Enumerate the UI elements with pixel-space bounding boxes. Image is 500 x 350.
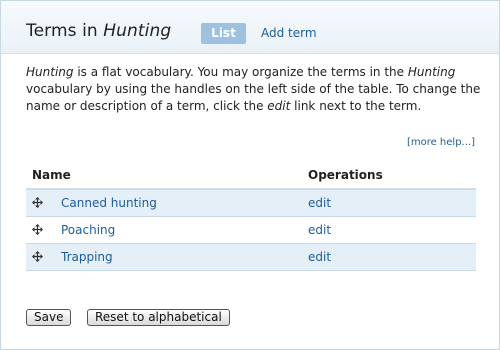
vocabulary-description: Hunting is a flat vocabulary. You may or… (26, 64, 481, 115)
tab-add-term[interactable]: Add term (261, 26, 317, 40)
edit-term-link[interactable]: edit (308, 223, 331, 237)
more-help-link[interactable]: [more help...] (407, 137, 475, 148)
column-header-name: Name (26, 161, 308, 190)
table-row: Canned hunting edit (26, 189, 476, 217)
edit-term-link[interactable]: edit (308, 196, 331, 210)
save-button[interactable]: Save (26, 309, 72, 326)
term-name-cell: Trapping (26, 243, 308, 271)
page-title-vocabulary: Hunting (103, 21, 172, 41)
reset-alphabetical-button[interactable]: Reset to alphabetical (87, 309, 230, 326)
term-link[interactable]: Poaching (61, 223, 115, 237)
tab-list[interactable]: List (201, 23, 246, 44)
edit-word: edit (267, 99, 291, 113)
term-name-cell: Poaching (26, 216, 308, 244)
taxonomy-overview-page: Terms in Hunting List Add term Hunting i… (0, 0, 500, 350)
vocabulary-name: Hunting (26, 65, 74, 79)
operations-cell: edit (308, 216, 476, 244)
table-row: Poaching edit (26, 216, 476, 244)
vocabulary-name: Hunting (407, 65, 456, 79)
terms-table: Name Operations Canned hunting edit Poac… (26, 161, 476, 271)
table-header-row: Name Operations (26, 161, 476, 190)
term-link[interactable]: Trapping (61, 250, 113, 264)
operations-cell: edit (308, 189, 476, 217)
description-text: link next to the term. (290, 99, 422, 113)
term-name-cell: Canned hunting (26, 189, 308, 217)
description-text: is a flat vocabulary. You may organize t… (73, 65, 408, 79)
term-link[interactable]: Canned hunting (61, 196, 157, 210)
page-header: Terms in Hunting List Add term (1, 1, 499, 54)
drag-handle-icon[interactable] (32, 197, 43, 208)
edit-term-link[interactable]: edit (308, 250, 331, 264)
table-row: Trapping edit (26, 243, 476, 271)
operations-cell: edit (308, 243, 476, 271)
column-header-operations: Operations (308, 161, 476, 190)
drag-handle-icon[interactable] (32, 251, 43, 262)
drag-handle-icon[interactable] (32, 224, 43, 235)
page-title: Terms in Hunting (26, 21, 171, 41)
page-title-prefix: Terms in (26, 21, 104, 41)
